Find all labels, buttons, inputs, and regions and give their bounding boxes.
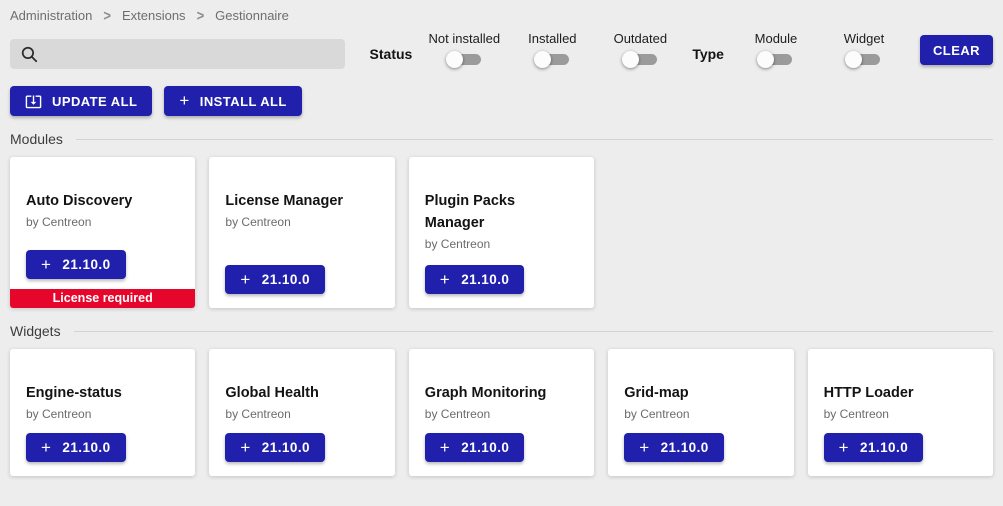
version-label: 21.10.0 (461, 272, 509, 287)
section-title: Modules (10, 131, 63, 147)
version-label: 21.10.0 (62, 257, 110, 272)
plus-icon: + (440, 439, 450, 456)
widgets-grid: Engine-status by Centreon + 21.10.0 Glob… (0, 348, 1003, 476)
extension-title: Auto Discovery (10, 191, 195, 213)
plus-icon: + (839, 439, 849, 456)
install-all-button[interactable]: + INSTALL ALL (164, 86, 301, 116)
type-filter-label: Type (692, 46, 724, 69)
switch-off[interactable] (446, 50, 483, 69)
toggle-label: Widget (844, 31, 884, 46)
extension-author: by Centreon (10, 407, 195, 421)
section-divider (76, 139, 993, 140)
section-title: Widgets (10, 323, 61, 339)
install-version-button[interactable]: + 21.10.0 (425, 265, 525, 294)
plus-icon: + (240, 439, 250, 456)
install-version-button[interactable]: + 21.10.0 (425, 433, 525, 462)
version-label: 21.10.0 (262, 440, 310, 455)
switch-off[interactable] (757, 50, 794, 69)
switch-knob (622, 51, 639, 68)
extension-card-global-health[interactable]: Global Health by Centreon + 21.10.0 (209, 349, 394, 476)
plus-icon: + (639, 439, 649, 456)
extension-title: Plugin Packs Manager (409, 191, 594, 235)
switch-knob (446, 51, 463, 68)
extension-author: by Centreon (10, 215, 195, 229)
install-version-button[interactable]: + 21.10.0 (26, 250, 126, 279)
search-box[interactable] (10, 39, 345, 69)
install-version-button[interactable]: + 21.10.0 (225, 265, 325, 294)
toggle-label: Module (755, 31, 798, 46)
update-all-button[interactable]: UPDATE ALL (10, 86, 152, 116)
breadcrumb-item-gestionnaire: Gestionnaire (215, 8, 289, 23)
version-label: 21.10.0 (661, 440, 709, 455)
extension-title: Grid-map (608, 383, 793, 405)
version-label: 21.10.0 (461, 440, 509, 455)
system-update-icon (25, 93, 42, 110)
extension-title: HTTP Loader (808, 383, 993, 405)
toggle-label: Not installed (429, 31, 501, 46)
breadcrumb-item-extensions[interactable]: Extensions (122, 8, 186, 23)
extension-author: by Centreon (608, 407, 793, 421)
switch-knob (845, 51, 862, 68)
extension-author: by Centreon (409, 237, 594, 251)
toggle-installed[interactable]: Installed (516, 31, 588, 69)
switch-off[interactable] (845, 50, 882, 69)
plus-icon: + (41, 439, 51, 456)
extension-card-engine-status[interactable]: Engine-status by Centreon + 21.10.0 (10, 349, 195, 476)
toggle-module[interactable]: Module (740, 31, 812, 69)
toggle-outdated[interactable]: Outdated (604, 31, 676, 69)
toggle-label: Outdated (614, 31, 668, 46)
plus-icon: + (440, 271, 450, 288)
extension-card-graph-monitoring[interactable]: Graph Monitoring by Centreon + 21.10.0 (409, 349, 594, 476)
toggle-label: Installed (528, 31, 576, 46)
switch-knob (534, 51, 551, 68)
extension-title: License Manager (209, 191, 394, 213)
plus-icon: + (179, 92, 189, 109)
extension-card-auto-discovery[interactable]: Auto Discovery by Centreon + 21.10.0 Lic… (10, 157, 195, 308)
extension-author: by Centreon (209, 215, 394, 229)
extension-card-license-manager[interactable]: License Manager by Centreon + 21.10.0 (209, 157, 394, 308)
install-version-button[interactable]: + 21.10.0 (26, 433, 126, 462)
breadcrumb: Administration > Extensions > Gestionnai… (0, 0, 1003, 27)
install-version-button[interactable]: + 21.10.0 (225, 433, 325, 462)
status-filter-label: Status (370, 46, 413, 69)
breadcrumb-item-administration[interactable]: Administration (10, 8, 92, 23)
chevron-right-icon: > (197, 7, 205, 24)
extension-title: Global Health (209, 383, 394, 405)
extension-card-grid-map[interactable]: Grid-map by Centreon + 21.10.0 (608, 349, 793, 476)
clear-button[interactable]: CLEAR (920, 35, 993, 65)
switch-off[interactable] (622, 50, 659, 69)
search-input[interactable] (47, 45, 335, 63)
switch-knob (757, 51, 774, 68)
license-required-badge: License required (10, 289, 195, 308)
install-all-label: INSTALL ALL (200, 94, 287, 109)
install-version-button[interactable]: + 21.10.0 (624, 433, 724, 462)
section-divider (74, 331, 993, 332)
search-icon (20, 45, 39, 64)
section-heading-modules: Modules (0, 116, 1003, 156)
extension-title: Graph Monitoring (409, 383, 594, 405)
version-label: 21.10.0 (62, 440, 110, 455)
version-label: 21.10.0 (860, 440, 908, 455)
extension-title: Engine-status (10, 383, 195, 405)
bulk-actions: UPDATE ALL + INSTALL ALL (0, 69, 1003, 116)
filter-bar: Status Not installed Installed Outdated … (0, 27, 1003, 69)
install-version-button[interactable]: + 21.10.0 (824, 433, 924, 462)
switch-off[interactable] (534, 50, 571, 69)
modules-grid: Auto Discovery by Centreon + 21.10.0 Lic… (0, 156, 1003, 308)
extension-author: by Centreon (209, 407, 394, 421)
version-label: 21.10.0 (262, 272, 310, 287)
plus-icon: + (240, 271, 250, 288)
update-all-label: UPDATE ALL (52, 94, 137, 109)
section-heading-widgets: Widgets (0, 308, 1003, 348)
toggle-widget[interactable]: Widget (828, 31, 900, 69)
plus-icon: + (41, 256, 51, 273)
extension-card-plugin-packs-manager[interactable]: Plugin Packs Manager by Centreon + 21.10… (409, 157, 594, 308)
toggle-not-installed[interactable]: Not installed (428, 31, 500, 69)
extension-card-http-loader[interactable]: HTTP Loader by Centreon + 21.10.0 (808, 349, 993, 476)
extension-author: by Centreon (808, 407, 993, 421)
chevron-right-icon: > (103, 7, 111, 24)
extension-author: by Centreon (409, 407, 594, 421)
